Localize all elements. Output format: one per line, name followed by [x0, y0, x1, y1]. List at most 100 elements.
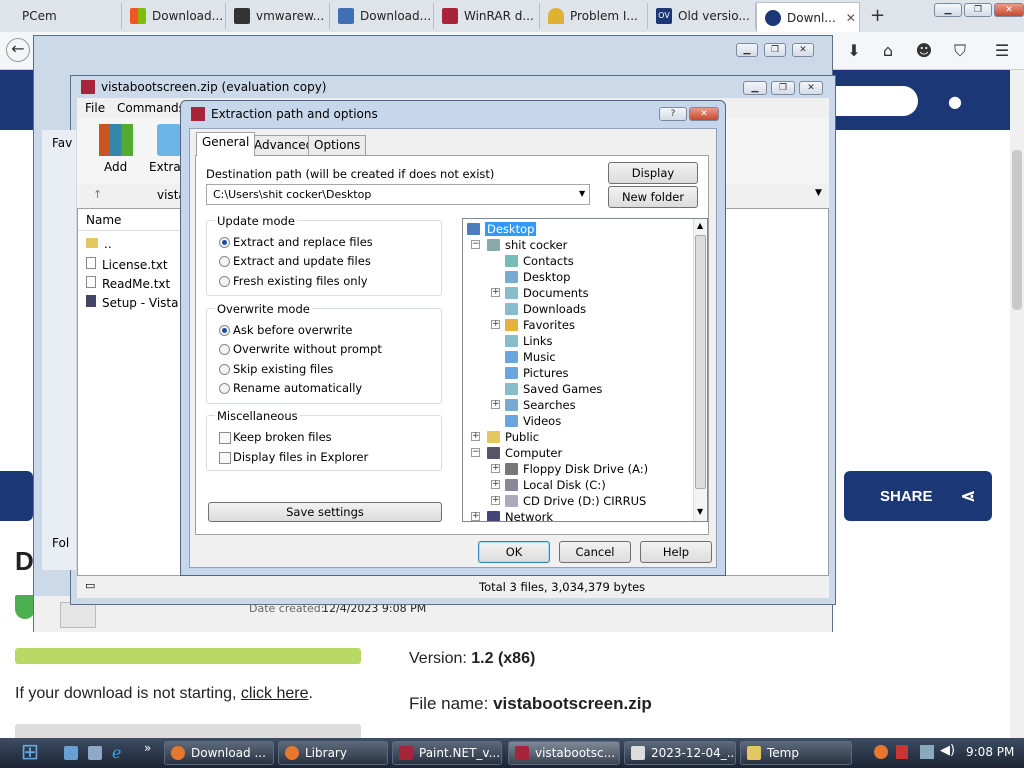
expand-icon[interactable]: + [471, 512, 480, 521]
click-here-link[interactable]: click here [241, 685, 309, 702]
radio-fresh-existing[interactable] [219, 276, 230, 287]
ok-button[interactable]: OK [478, 541, 550, 563]
collapse-icon[interactable]: − [471, 448, 480, 457]
file-row[interactable]: License.txt [86, 257, 168, 272]
checkbox-keep-broken[interactable] [219, 432, 231, 444]
page-scrollbar[interactable] [1010, 70, 1024, 738]
maximize-icon[interactable]: ❐ [964, 3, 992, 17]
expand-icon[interactable]: + [491, 464, 500, 473]
maximize-icon[interactable]: ❐ [771, 81, 795, 95]
destination-path-combo[interactable]: C:\Users\shit cocker\Desktop ▼ [206, 184, 590, 205]
radio-extract-update[interactable] [219, 256, 230, 267]
add-icon[interactable] [99, 124, 133, 156]
tab-general[interactable]: General [196, 132, 256, 156]
up-icon[interactable]: ↑ [93, 188, 102, 201]
scroll-up-icon[interactable]: ▲ [697, 221, 703, 230]
tree-scrollbar[interactable]: ▲ ▼ [693, 219, 707, 521]
taskbar-item-temp[interactable]: Temp [740, 741, 852, 765]
pocket-icon[interactable]: ⛉ [950, 41, 970, 61]
menu-commands[interactable]: Commands [117, 101, 185, 115]
tree-node-searches[interactable]: Searches [505, 397, 576, 413]
help-title-button[interactable]: ? [659, 107, 687, 121]
tree-node-computer[interactable]: Computer [487, 445, 562, 461]
extract-icon[interactable] [157, 124, 181, 156]
minimize-icon[interactable]: ▁ [934, 3, 962, 17]
radio-extract-replace[interactable] [219, 237, 230, 248]
download-icon[interactable]: ⬇ [844, 41, 864, 61]
menu-icon[interactable]: ☰ [992, 41, 1012, 61]
help-button[interactable]: Help [640, 541, 712, 563]
file-row[interactable]: ReadMe.txt [86, 276, 170, 291]
cancel-button[interactable]: Cancel [559, 541, 631, 563]
window-switch-icon[interactable] [88, 746, 102, 760]
tree-node-floppy[interactable]: Floppy Disk Drive (A:) [505, 461, 648, 477]
chevron-down-icon[interactable]: ▼ [579, 189, 585, 198]
home-icon[interactable]: ⌂ [878, 41, 898, 61]
tree-node-documents[interactable]: Documents [505, 285, 589, 301]
tab-download-2[interactable]: Download... [330, 3, 434, 29]
tray-firefox-icon[interactable] [874, 745, 888, 759]
volume-icon[interactable]: ◀) [940, 743, 955, 758]
close-icon[interactable]: ✕ [689, 107, 719, 121]
tree-node-contacts[interactable]: Contacts [505, 253, 574, 269]
tree-node-downloads[interactable]: Downloads [505, 301, 586, 317]
expand-icon[interactable]: + [471, 432, 480, 441]
tree-node-saved-games[interactable]: Saved Games [505, 381, 602, 397]
new-folder-button[interactable]: New folder [608, 186, 698, 208]
tree-node-local-disk[interactable]: Local Disk (C:) [505, 477, 606, 493]
expand-icon[interactable]: + [491, 496, 500, 505]
tree-node-pictures[interactable]: Pictures [505, 365, 569, 381]
expand-icon[interactable]: + [491, 320, 500, 329]
close-icon[interactable]: ✕ [792, 43, 814, 57]
tab-options[interactable]: Options [308, 135, 367, 155]
tab-download[interactable]: Download... [122, 3, 226, 29]
tab-old-versions[interactable]: OV Old versio... [648, 3, 756, 29]
minimize-icon[interactable]: ▁ [743, 81, 767, 95]
menu-file[interactable]: File [85, 101, 105, 115]
close-icon[interactable]: ✕ [994, 3, 1024, 17]
share-button[interactable]: SHARE ⋖ [844, 471, 992, 521]
tree-node-desktop[interactable]: Desktop [505, 269, 570, 285]
user-icon[interactable]: ● [948, 92, 968, 112]
display-button[interactable]: Display [608, 162, 698, 184]
start-button[interactable]: ⊞ [10, 738, 50, 768]
collapse-icon[interactable]: − [471, 240, 480, 249]
tree-node-cd-drive[interactable]: CD Drive (D:) CIRRUS [505, 493, 646, 509]
tree-node-user[interactable]: shit cocker [487, 237, 567, 253]
scroll-down-icon[interactable]: ▼ [697, 507, 703, 516]
radio-overwrite-without-prompt[interactable] [219, 344, 230, 355]
radio-skip-existing[interactable] [219, 364, 230, 375]
tree-scrollbar-thumb[interactable] [695, 235, 706, 489]
tray-app-icon[interactable] [896, 745, 908, 759]
expand-icon[interactable]: + [491, 288, 500, 297]
tab-winrar[interactable]: WinRAR d... [434, 3, 540, 29]
taskbar-item-library[interactable]: Library [278, 741, 388, 765]
clock[interactable]: 9:08 PM [966, 745, 1014, 759]
scrollbar-thumb[interactable] [1012, 150, 1022, 310]
tree-node-desktop-root[interactable]: Desktop [467, 221, 537, 237]
taskbar-item-screenshot[interactable]: 2023-12-04_... [624, 741, 736, 765]
folder-tree[interactable]: Desktop − shit cocker Contacts Desktop +… [462, 218, 708, 522]
maximize-icon[interactable]: ❐ [764, 43, 786, 57]
back-icon[interactable]: ← [6, 38, 30, 62]
taskbar-item-paintnet[interactable]: Paint.NET_v... [392, 741, 502, 765]
tree-node-links[interactable]: Links [505, 333, 553, 349]
tab-problem[interactable]: Problem I... [540, 3, 648, 29]
new-tab-button[interactable]: + [870, 5, 885, 26]
add-button[interactable]: Add [104, 160, 127, 174]
close-tab-icon[interactable]: ✕ [846, 11, 856, 25]
quicklaunch-more-icon[interactable]: » [144, 741, 151, 755]
network-tray-icon[interactable] [920, 745, 934, 759]
path-dropdown-icon[interactable]: ▼ [815, 188, 822, 198]
tree-node-network[interactable]: Network [487, 509, 553, 521]
save-settings-button[interactable]: Save settings [208, 502, 442, 522]
taskbar-item-download[interactable]: Download ... [164, 741, 274, 765]
smiley-icon[interactable]: ☻ [914, 41, 934, 61]
tree-node-music[interactable]: Music [505, 349, 556, 365]
tree-node-videos[interactable]: Videos [505, 413, 561, 429]
tree-node-favorites[interactable]: Favorites [505, 317, 575, 333]
radio-rename-auto[interactable] [219, 383, 230, 394]
checkbox-display-explorer[interactable] [219, 452, 231, 464]
close-icon[interactable]: ✕ [799, 81, 823, 95]
radio-ask-before[interactable] [219, 325, 230, 336]
